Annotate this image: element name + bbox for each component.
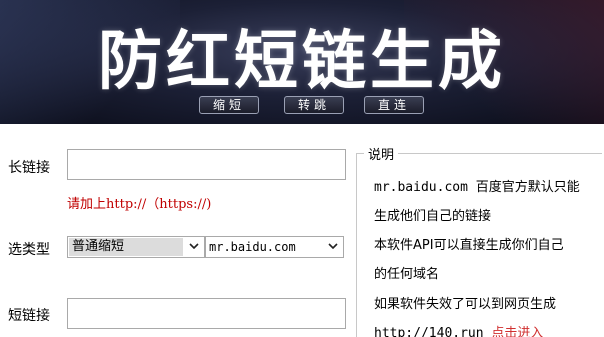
info-title: 说明 bbox=[364, 144, 399, 163]
nav-bar: 缩短 转跳 直连 bbox=[0, 96, 604, 118]
direct-nav-button[interactable]: 直连 bbox=[364, 96, 424, 114]
header-banner: 防红短链生成 缩短 转跳 直连 bbox=[0, 0, 604, 124]
app-title: 防红短链生成 bbox=[98, 25, 506, 99]
info-line: 本软件API可以直接生成你们自己 bbox=[374, 238, 564, 253]
info-line: 生成他们自己的链接 bbox=[374, 209, 492, 224]
info-line: http://140.run 点击进入 bbox=[374, 322, 543, 337]
short-link-output[interactable] bbox=[67, 298, 346, 329]
info-line: 的任何域名 bbox=[374, 267, 440, 282]
shorten-nav-button[interactable]: 缩短 bbox=[199, 96, 259, 114]
type-select-value: 普通缩短 bbox=[69, 238, 183, 256]
domain-select-value: mr.baidu.com bbox=[209, 240, 296, 254]
type-select[interactable]: 普通缩短 bbox=[67, 236, 205, 258]
chevron-down-icon[interactable] bbox=[325, 239, 341, 255]
short-link-label: 短链接 bbox=[8, 308, 50, 324]
long-link-label: 长链接 bbox=[8, 160, 50, 176]
long-link-input[interactable] bbox=[67, 149, 346, 180]
info-line: mr.baidu.com 百度官方默认只能 bbox=[374, 180, 580, 195]
protocol-hint: 请加上http://（https://) bbox=[67, 197, 212, 212]
redirect-nav-button[interactable]: 转跳 bbox=[284, 96, 344, 114]
chevron-down-icon[interactable] bbox=[186, 239, 202, 255]
site-url-text: http://140.run bbox=[374, 326, 492, 337]
info-line: 如果软件失效了可以到网页生成 bbox=[374, 297, 557, 312]
enter-site-link[interactable]: 点击进入 bbox=[491, 326, 543, 337]
type-label: 选类型 bbox=[8, 242, 50, 258]
domain-select[interactable]: mr.baidu.com bbox=[205, 236, 344, 258]
